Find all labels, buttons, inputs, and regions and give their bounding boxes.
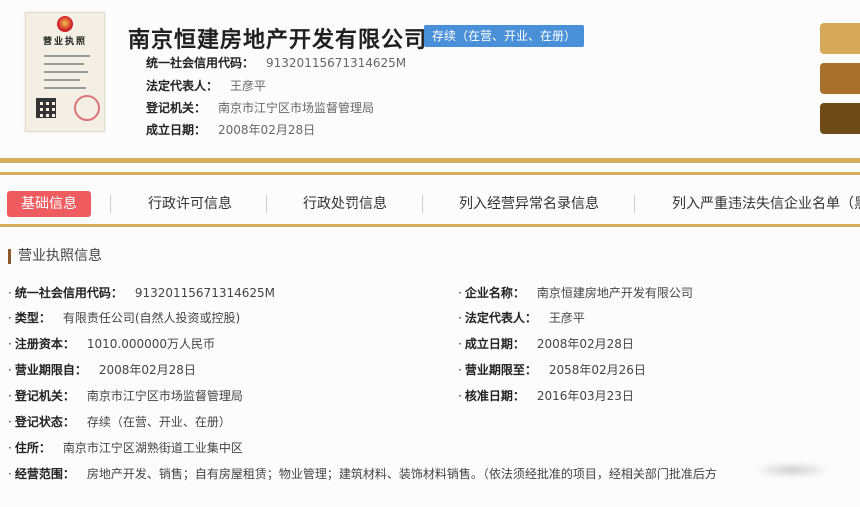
tab-separator: [422, 195, 423, 213]
meta-credit-code: 统一社会信用代码： 91320115671314625M: [146, 56, 407, 70]
tab-abnormal-operation-list[interactable]: 列入经营异常名录信息: [459, 191, 599, 217]
official-seal-icon: [74, 95, 100, 121]
tab-administrative-penalty[interactable]: 行政处罚信息: [303, 191, 387, 217]
field-term-to: · 营业期限至： 2058年02月26日: [458, 363, 646, 377]
field-type: · 类型： 有限责任公司(自然人投资或控股): [8, 311, 241, 325]
field-established-date: · 成立日期： 2008年02月28日: [458, 337, 634, 351]
divider-band: [0, 158, 860, 163]
section-title: 营业执照信息: [8, 249, 102, 264]
tab-separator: [266, 195, 267, 213]
national-emblem-icon: [57, 16, 73, 32]
license-text-line: [44, 79, 80, 81]
field-address: · 住所： 南京市江宁区湖熟街道工业集中区: [8, 441, 243, 455]
qr-code-icon: [36, 98, 56, 118]
field-credit-code: · 统一社会信用代码： 91320115671314625M: [8, 286, 275, 300]
side-action-button-1[interactable]: [820, 23, 860, 54]
license-thumb-title: 营业执照: [42, 37, 87, 47]
license-text-line: [44, 71, 88, 73]
tab-administrative-license[interactable]: 行政许可信息: [148, 191, 232, 217]
meta-legal-rep: 法定代表人： 王彦平: [146, 79, 267, 93]
tab-basic-info[interactable]: 基础信息: [7, 191, 91, 217]
company-name: 南京恒建房地产开发有限公司: [128, 28, 428, 53]
field-term-from: · 营业期限自： 2008年02月28日: [8, 363, 196, 377]
divider-band: [0, 224, 860, 227]
meta-registration-authority: 登记机关： 南京市江宁区市场监督管理局: [146, 101, 375, 115]
field-legal-rep: · 法定代表人： 王彦平: [458, 311, 585, 325]
side-action-button-2[interactable]: [820, 63, 860, 94]
field-registered-capital: · 注册资本： 1010.000000万人民币: [8, 337, 216, 351]
license-text-line: [44, 63, 84, 65]
license-text-line: [44, 55, 90, 57]
field-company-name: · 企业名称： 南京恒建房地产开发有限公司: [458, 286, 693, 300]
tab-separator: [634, 195, 635, 213]
side-action-button-3[interactable]: [820, 103, 860, 134]
field-approval-date: · 核准日期： 2016年03月23日: [458, 389, 634, 403]
field-registration-authority: · 登记机关： 南京市江宁区市场监督管理局: [8, 389, 243, 403]
divider-band: [0, 172, 860, 175]
tab-bar: 基础信息 行政许可信息 行政处罚信息 列入经营异常名录信息 列入严重违法失信企业…: [0, 183, 860, 223]
tab-serious-violation-list[interactable]: 列入严重违法失信企业名单（黑: [672, 191, 860, 217]
field-business-scope: · 经营范围： 房地产开发、销售；自有房屋租赁；物业管理；建筑材料、装饰材料销售。（…: [8, 467, 717, 481]
blurred-region: [752, 462, 832, 478]
status-badge: 存续（在营、开业、在册）: [424, 25, 585, 47]
business-license-thumbnail[interactable]: 营业执照: [25, 12, 105, 132]
field-registration-status: · 登记状态： 存续（在营、开业、在册）: [8, 415, 231, 429]
license-text-line: [44, 87, 86, 89]
meta-established-date: 成立日期： 2008年02月28日: [146, 123, 316, 137]
tab-separator: [110, 195, 111, 213]
